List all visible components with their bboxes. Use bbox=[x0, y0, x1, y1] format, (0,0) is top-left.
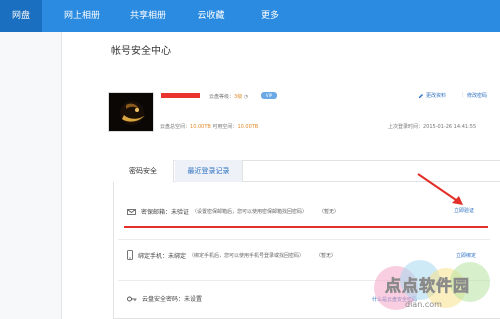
phone-value: 未绑定 bbox=[168, 252, 187, 260]
total-space-value: 10.00TB bbox=[190, 124, 211, 130]
verify-now-link[interactable]: 立即验证 bbox=[454, 207, 474, 214]
top-navigation-bar: 网盘 网上相册 共享相册 云收藏 更多 bbox=[0, 0, 500, 32]
last-login-label: 上次登录时间： bbox=[388, 124, 424, 130]
link-separator: | bbox=[462, 92, 464, 98]
redacted-username bbox=[161, 93, 200, 98]
change-password-link[interactable]: 修改密码 bbox=[467, 92, 487, 99]
phone-hint: （绑定手机后，您可以使用手机号登录或找回密码） bbox=[189, 252, 305, 259]
pencil-icon bbox=[419, 93, 423, 98]
available-space-value: 10.00TB bbox=[237, 124, 259, 130]
red-underline-annotation bbox=[124, 226, 488, 228]
nav-tab-more[interactable]: 更多 bbox=[252, 0, 288, 32]
vip-badge: VIP bbox=[261, 92, 277, 99]
security-row-password: 云盘安全密码： 未设置 bbox=[127, 294, 202, 303]
space-info: 云盘总空间：10.00TB 可用空间：10.00TB bbox=[160, 123, 258, 130]
cloud-level: 云盘等级：3级 ◔ bbox=[209, 93, 248, 100]
last-login: 上次登录时间：2015-01-26 14:41:55 bbox=[388, 123, 476, 130]
edit-profile-link[interactable]: 更改资料 bbox=[418, 92, 446, 99]
nav-tab-cloud-favorites[interactable]: 云收藏 bbox=[188, 0, 234, 32]
left-sidebar bbox=[0, 32, 62, 319]
tab-recent-logins[interactable]: 最近登录记录 bbox=[175, 160, 243, 182]
email-value: 未验证 bbox=[171, 209, 190, 216]
nav-tab-netdisk[interactable]: 网盘 bbox=[0, 0, 42, 32]
avatar[interactable] bbox=[108, 92, 154, 132]
red-arrow-annotation bbox=[417, 173, 463, 205]
last-login-value: 2015-01-26 14:41:55 bbox=[423, 124, 477, 130]
page-title: 帐号安全中心 bbox=[111, 46, 171, 57]
phone-status: （暂无） bbox=[316, 252, 337, 259]
cloud-level-label: 云盘等级： bbox=[209, 94, 235, 100]
tab-password-security[interactable]: 密码安全 bbox=[113, 160, 174, 182]
email-hint: （设置密保邮箱后，您可以使用密保邮箱找回密码） bbox=[192, 209, 308, 215]
phone-label: 绑定手机： bbox=[138, 252, 169, 260]
security-row-email: 密保邮箱： 未验证 （设置密保邮箱后，您可以使用密保邮箱找回密码） （暂无） bbox=[127, 207, 339, 216]
password-label: 云盘安全密码： bbox=[142, 296, 185, 303]
watermark-url: dian.com bbox=[405, 300, 442, 309]
phone-icon bbox=[127, 250, 133, 260]
available-space-label: 可用空间： bbox=[212, 124, 238, 130]
total-space-label: 云盘总空间： bbox=[160, 124, 191, 130]
edit-profile-label: 更改资料 bbox=[426, 93, 447, 99]
security-row-phone: 绑定手机： 未绑定 （绑定手机后，您可以使用手机号登录或找回密码） （暂无） bbox=[127, 250, 336, 260]
nav-tab-shared-album[interactable]: 共享相册 bbox=[122, 0, 174, 32]
watermark-text: 点点软件园 bbox=[385, 276, 471, 296]
level-icon: ◔ bbox=[243, 94, 249, 100]
cloud-level-value: 3级 bbox=[234, 94, 243, 100]
email-status: （暂无） bbox=[319, 209, 340, 215]
row-divider bbox=[118, 239, 490, 240]
email-label: 密保邮箱： bbox=[141, 209, 172, 216]
mail-icon bbox=[127, 208, 136, 215]
key-icon bbox=[127, 296, 137, 302]
avatar-image bbox=[109, 93, 153, 131]
nav-tab-online-album[interactable]: 网上相册 bbox=[52, 0, 112, 32]
password-value: 未设置 bbox=[184, 296, 203, 303]
